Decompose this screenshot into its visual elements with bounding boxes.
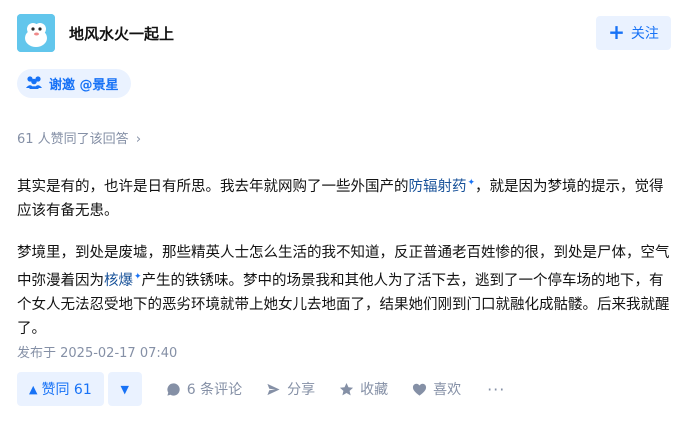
share-icon xyxy=(266,382,281,397)
sparkle-icon: ✦ xyxy=(134,271,142,282)
author-name[interactable]: 地风水火一起上 xyxy=(69,23,174,44)
invite-badge[interactable]: 谢邀 @景星 xyxy=(17,69,131,98)
sparkle-icon: ✦ xyxy=(467,178,476,188)
collect-label: 收藏 xyxy=(360,382,389,398)
votes-text: 61 人赞同了该回答 xyxy=(17,132,129,147)
keyword-link[interactable]: 核爆 xyxy=(104,273,133,289)
comment-label: 6 条评论 xyxy=(186,382,243,398)
upvote-label: 赞同 61 xyxy=(41,382,92,398)
paragraph: 其实是有的，也许是日有所思。我去年就网购了一些外国产的防辐射药✦，就是因为梦境的… xyxy=(17,171,671,223)
triangle-down-icon: ▼ xyxy=(120,382,129,396)
star-icon xyxy=(339,382,354,397)
action-bar: ▲ 赞同 61 ▼ 6 条评论 分享 收藏 喜欢 ··· xyxy=(17,371,505,407)
heart-icon xyxy=(412,382,427,397)
publish-date: 发布于 2025-02-17 07:40 xyxy=(17,346,178,361)
like-label: 喜欢 xyxy=(433,382,462,398)
people-icon xyxy=(25,75,43,93)
invite-label: 谢邀 @景星 xyxy=(49,78,119,93)
answer-content: 其实是有的，也许是日有所思。我去年就网购了一些外国产的防辐射药✦，就是因为梦境的… xyxy=(17,171,671,359)
chevron-right-icon: › xyxy=(135,132,142,147)
voters-link[interactable]: 61 人赞同了该回答 › xyxy=(17,128,141,147)
upvote-button[interactable]: ▲ 赞同 61 xyxy=(17,372,104,406)
avatar[interactable] xyxy=(17,14,55,52)
answer-header: 地风水火一起上 + 关注 xyxy=(17,14,671,54)
more-options-icon[interactable]: ··· xyxy=(487,380,505,399)
triangle-up-icon: ▲ xyxy=(29,382,38,396)
comment-button[interactable]: 6 条评论 xyxy=(166,379,242,399)
comment-icon xyxy=(166,382,181,397)
share-label: 分享 xyxy=(287,382,316,398)
plus-icon: + xyxy=(608,20,625,44)
collect-button[interactable]: 收藏 xyxy=(339,379,388,399)
follow-button-label: 关注 xyxy=(630,26,659,42)
like-button[interactable]: 喜欢 xyxy=(412,379,461,399)
keyword-link[interactable]: 防辐射药 xyxy=(409,179,467,195)
downvote-button[interactable]: ▼ xyxy=(107,372,142,406)
follow-button[interactable]: + 关注 xyxy=(596,16,671,50)
paragraph-text: 其实是有的，也许是日有所思。我去年就网购了一些外国产的 xyxy=(17,178,409,195)
share-button[interactable]: 分享 xyxy=(266,379,315,399)
paragraph: 梦境里，到处是废墟，那些精英人士怎么生活的我不知道，反正普通老百姓惨的很，到处是… xyxy=(17,241,671,341)
